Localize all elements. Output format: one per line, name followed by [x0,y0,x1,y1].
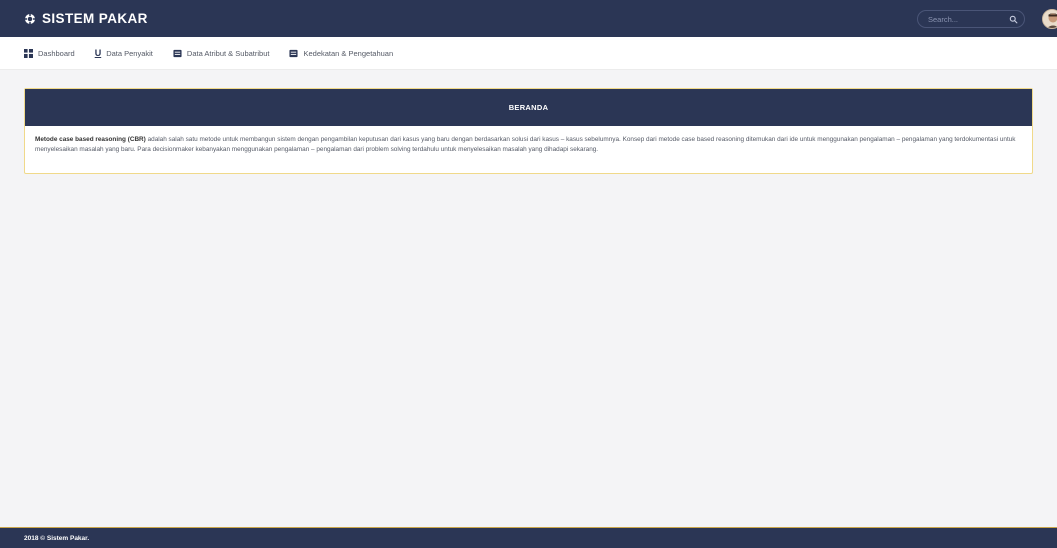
menu-item-data-atribut[interactable]: Data Atribut & Subatribut [173,48,270,58]
search-icon[interactable] [1009,15,1018,24]
card-body: Metode case based reasoning (CBR) adalah… [25,126,1032,155]
cbr-lead: Metode case based reasoning (CBR) [35,136,146,143]
footer: 2018 © Sistem Pakar. [0,527,1057,548]
database-icon [173,49,182,57]
menu-item-label: Data Atribut & Subatribut [186,48,270,58]
search-input[interactable] [928,14,1006,24]
search-box [917,10,1025,28]
user-avatar-icon [1043,10,1057,28]
cbr-description: Metode case based reasoning (CBR) adalah… [35,135,1022,155]
menu-item-label: Dashboard [38,48,75,58]
menu-item-dashboard[interactable]: Dashboard [24,48,75,58]
footer-text: 2018 © Sistem Pakar. [24,534,90,542]
card-header: BERANDA [25,89,1032,126]
menu-item-kedekatan[interactable]: Kedekatan & Pengetahuan [289,49,393,58]
database-icon [289,49,299,57]
menu-item-data-penyakit[interactable]: U Data Penyakit [94,47,153,58]
avatar[interactable] [1042,9,1057,29]
u-icon: U [94,47,102,58]
menu-item-label: Data Penyakit [106,48,153,58]
brand-title: SISTEM PAKAR [42,11,148,26]
main-menu: Dashboard U Data Penyakit Data Atribut &… [0,37,1057,70]
brand[interactable]: SISTEM PAKAR [24,11,148,26]
card-title: BERANDA [508,103,549,112]
top-navbar: SISTEM PAKAR [0,0,1057,37]
menu-item-label: Kedekatan & Pengetahuan [303,48,394,58]
gear-cog-icon [24,13,36,24]
dashboard-icon [24,48,33,58]
cbr-text: adalah salah satu metode untuk membangun… [35,136,1016,153]
beranda-card: BERANDA Metode case based reasoning (CBR… [24,88,1033,174]
